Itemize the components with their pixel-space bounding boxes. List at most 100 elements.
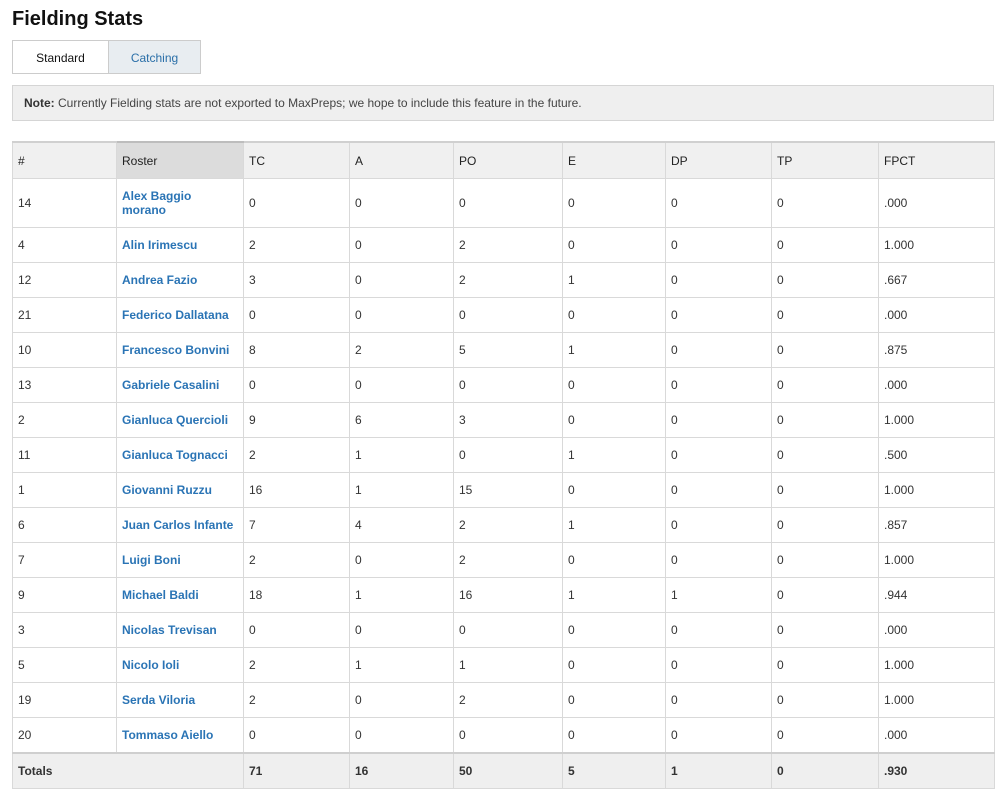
cell-dp: 0 <box>665 227 772 263</box>
cell-num: 19 <box>12 682 117 718</box>
cell-dp: 0 <box>665 437 772 473</box>
player-link[interactable]: Tommaso Aiello <box>122 728 213 742</box>
column-header-dp[interactable]: DP <box>665 141 772 179</box>
column-header-tc[interactable]: TC <box>243 141 350 179</box>
player-link[interactable]: Luigi Boni <box>122 553 181 567</box>
cell-a: 1 <box>349 437 454 473</box>
player-link[interactable]: Nicolo Ioli <box>122 658 179 672</box>
cell-e: 0 <box>562 647 666 683</box>
cell-num: 3 <box>12 612 117 648</box>
roster-cell: Michael Baldi <box>116 577 244 613</box>
cell-tp: 0 <box>771 542 879 578</box>
cell-tc: 9 <box>243 402 350 438</box>
player-link[interactable]: Andrea Fazio <box>122 273 197 287</box>
cell-tp: 0 <box>771 297 879 333</box>
table-row: 9 Michael Baldi 18 1 16 1 1 0.944 <box>12 577 995 613</box>
cell-po: 2 <box>453 262 563 298</box>
stats-tabs: Standard Catching <box>12 40 201 74</box>
cell-tp: 0 <box>771 437 879 473</box>
cell-tc: 0 <box>243 367 350 403</box>
tab-catching[interactable]: Catching <box>108 40 201 74</box>
totals-a: 16 <box>349 752 454 789</box>
cell-tc: 16 <box>243 472 350 508</box>
player-link[interactable]: Juan Carlos Infante <box>122 518 233 532</box>
cell-po: 0 <box>453 437 563 473</box>
table-row: 2 Gianluca Quercioli 9 6 3 0 0 0 1.000 <box>12 402 995 438</box>
table-row: 19 Serda Viloria 2 0 2 0 0 0 1.000 <box>12 682 995 718</box>
cell-fpct: .000 <box>878 717 995 754</box>
cell-po: 0 <box>453 367 563 403</box>
player-link[interactable]: Serda Viloria <box>122 693 195 707</box>
column-header-roster[interactable]: Roster <box>116 141 244 179</box>
cell-po: 2 <box>453 227 563 263</box>
cell-tp: 0 <box>771 577 879 613</box>
cell-num: 13 <box>12 367 117 403</box>
column-header-a[interactable]: A <box>349 141 454 179</box>
player-link[interactable]: Gabriele Casalini <box>122 378 219 392</box>
cell-tp: 0 <box>771 612 879 648</box>
cell-po: 5 <box>453 332 563 368</box>
cell-tc: 2 <box>243 647 350 683</box>
export-note: Note: Currently Fielding stats are not e… <box>12 85 994 121</box>
player-link[interactable]: Federico Dallatana <box>122 308 229 322</box>
column-header-number[interactable]: # <box>12 141 117 179</box>
cell-a: 0 <box>349 682 454 718</box>
cell-tc: 0 <box>243 612 350 648</box>
totals-tp: 0 <box>771 752 879 789</box>
roster-cell: Juan Carlos Infante <box>116 507 244 543</box>
player-link[interactable]: Gianluca Tognacci <box>122 448 228 462</box>
cell-e: 0 <box>562 717 666 754</box>
cell-tp: 0 <box>771 402 879 438</box>
cell-tp: 0 <box>771 367 879 403</box>
cell-tc: 0 <box>243 717 350 754</box>
cell-dp: 0 <box>665 178 772 228</box>
cell-dp: 0 <box>665 682 772 718</box>
table-body: 14 Alex Baggio morano 0 0 0 0 0 0.000 4 Alin Irim… <box>12 178 995 754</box>
column-header-e[interactable]: E <box>562 141 666 179</box>
cell-tc: 2 <box>243 542 350 578</box>
cell-po: 16 <box>453 577 563 613</box>
cell-po: 0 <box>453 178 563 228</box>
roster-cell: Giovanni Ruzzu <box>116 472 244 508</box>
cell-a: 1 <box>349 647 454 683</box>
cell-fpct: .875 <box>878 332 995 368</box>
cell-a: 6 <box>349 402 454 438</box>
cell-tc: 2 <box>243 437 350 473</box>
column-header-tp[interactable]: TP <box>771 141 879 179</box>
column-header-po[interactable]: PO <box>453 141 563 179</box>
cell-e: 1 <box>562 437 666 473</box>
table-row: 14 Alex Baggio morano 0 0 0 0 0 0.000 <box>12 178 995 228</box>
player-link[interactable]: Alex Baggio morano <box>122 189 212 217</box>
tab-standard[interactable]: Standard <box>12 40 108 74</box>
table-row: 5 Nicolo Ioli 2 1 1 0 0 0 1.000 <box>12 647 995 683</box>
roster-cell: Alin Irimescu <box>116 227 244 263</box>
cell-tp: 0 <box>771 682 879 718</box>
cell-e: 0 <box>562 542 666 578</box>
cell-num: 14 <box>12 178 117 228</box>
cell-a: 0 <box>349 262 454 298</box>
cell-num: 12 <box>12 262 117 298</box>
cell-e: 0 <box>562 297 666 333</box>
column-header-fpct[interactable]: FPCT <box>878 141 995 179</box>
cell-fpct: .000 <box>878 367 995 403</box>
cell-e: 0 <box>562 178 666 228</box>
cell-fpct: .857 <box>878 507 995 543</box>
player-link[interactable]: Michael Baldi <box>122 588 199 602</box>
player-link[interactable]: Gianluca Quercioli <box>122 413 228 427</box>
cell-dp: 0 <box>665 367 772 403</box>
player-link[interactable]: Giovanni Ruzzu <box>122 483 212 497</box>
roster-cell: Nicolas Trevisan <box>116 612 244 648</box>
table-row: 10 Francesco Bonvini 8 2 5 1 0 0.875 <box>12 332 995 368</box>
player-link[interactable]: Francesco Bonvini <box>122 343 229 357</box>
cell-num: 1 <box>12 472 117 508</box>
player-link[interactable]: Nicolas Trevisan <box>122 623 217 637</box>
cell-fpct: .000 <box>878 612 995 648</box>
cell-fpct: 1.000 <box>878 472 995 508</box>
cell-po: 2 <box>453 507 563 543</box>
cell-num: 4 <box>12 227 117 263</box>
cell-a: 0 <box>349 297 454 333</box>
table-row: 20 Tommaso Aiello 0 0 0 0 0 0.000 <box>12 717 995 754</box>
totals-label: Totals <box>12 752 244 789</box>
cell-tc: 3 <box>243 262 350 298</box>
player-link[interactable]: Alin Irimescu <box>122 238 197 252</box>
